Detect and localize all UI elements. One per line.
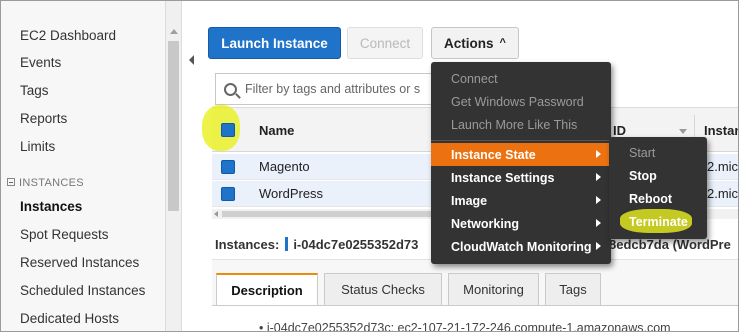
submenu-arrow-icon	[596, 196, 601, 204]
submenu-arrow-icon	[596, 173, 601, 181]
collapse-box-icon[interactable]	[7, 178, 15, 186]
menu-item-label: Networking	[451, 216, 520, 231]
menu-item-instance-state[interactable]: Instance State	[431, 143, 611, 166]
scrollbar-thumb[interactable]	[168, 41, 179, 211]
caret-up-icon: ^	[499, 37, 506, 49]
sidebar-item-tags[interactable]: Tags	[20, 83, 49, 98]
menu-item-instance-settings[interactable]: Instance Settings	[431, 166, 611, 189]
instance-marker	[285, 237, 289, 251]
actions-button-label: Actions	[444, 35, 494, 51]
sidebar-item-spot-requests[interactable]: Spot Requests	[20, 227, 109, 242]
tab-status-checks[interactable]: Status Checks	[324, 273, 442, 305]
sidebar-item-events[interactable]: Events	[20, 55, 61, 70]
search-icon	[224, 82, 237, 96]
menu-item-stop[interactable]: Stop	[609, 164, 707, 187]
sidebar-scrollbar[interactable]	[166, 1, 182, 331]
tab-description[interactable]: Description	[216, 273, 318, 305]
row-type-cell: 2.mic	[707, 186, 739, 201]
submenu-arrow-icon	[596, 242, 601, 250]
actions-menu: Connect Get Windows Password Launch More…	[431, 62, 611, 264]
sidebar-section-instances[interactable]: INSTANCES	[7, 177, 84, 189]
instances-value-tail: 8edcb7da (WordPre	[609, 237, 731, 252]
row-checkbox[interactable]	[221, 160, 235, 174]
column-header-name[interactable]: Name	[259, 123, 294, 138]
scroll-up-arrow-icon[interactable]	[170, 29, 178, 34]
column-header-type[interactable]: Instan	[704, 123, 738, 138]
scroll-left-arrow-icon[interactable]	[214, 211, 218, 217]
menu-item-start[interactable]: Start	[609, 141, 707, 164]
sidebar-item-instances[interactable]: Instances	[20, 199, 82, 214]
row-checkbox[interactable]	[221, 187, 235, 201]
sidebar-item-dedicated-hosts[interactable]: Dedicated Hosts	[20, 311, 119, 326]
connect-button[interactable]: Connect	[347, 27, 423, 59]
sort-caret-icon[interactable]	[679, 129, 687, 134]
selected-instances-line: Instances: i-04dc7e0255352d73	[215, 237, 418, 252]
menu-item-terminate[interactable]: Terminate	[609, 210, 707, 233]
menu-item-reboot[interactable]: Reboot	[609, 187, 707, 210]
submenu-arrow-icon	[596, 219, 601, 227]
menu-item-connect[interactable]: Connect	[431, 67, 611, 90]
menu-item-networking[interactable]: Networking	[431, 212, 611, 235]
select-all-checkbox[interactable]	[221, 123, 235, 137]
ec2-console-window: EC2 Dashboard Events Tags Reports Limits…	[0, 0, 739, 332]
menu-item-image[interactable]: Image	[431, 189, 611, 212]
menu-item-label: Instance Settings	[451, 170, 555, 185]
sidebar-item-reports[interactable]: Reports	[20, 111, 67, 126]
sidebar-item-reserved-instances[interactable]: Reserved Instances	[20, 255, 139, 270]
menu-item-label: Image	[451, 193, 488, 208]
instances-label: Instances:	[215, 237, 280, 252]
menu-separator	[431, 140, 611, 141]
menu-item-label: Instance State	[451, 147, 536, 162]
filter-input[interactable]: Filter by tags and attributes or s	[215, 73, 445, 105]
filter-placeholder: Filter by tags and attributes or s	[245, 82, 421, 96]
instances-value: i-04dc7e0255352d73	[293, 237, 419, 252]
menu-item-get-windows-password[interactable]: Get Windows Password	[431, 90, 611, 113]
menu-item-launch-more-like-this[interactable]: Launch More Like This	[431, 113, 611, 136]
sidebar-item-ec2-dashboard[interactable]: EC2 Dashboard	[20, 28, 116, 43]
sidebar-item-limits[interactable]: Limits	[20, 139, 55, 154]
menu-item-cloudwatch-monitoring[interactable]: CloudWatch Monitoring	[431, 235, 611, 258]
collapse-sidebar-icon[interactable]	[189, 55, 194, 65]
sidebar-section-label: INSTANCES	[19, 177, 84, 189]
row-name-cell: WordPress	[259, 186, 324, 201]
row-name-cell: Magento	[259, 159, 310, 174]
menu-item-label: CloudWatch Monitoring	[451, 239, 592, 254]
launch-instance-button[interactable]: Launch Instance	[208, 27, 341, 59]
actions-button[interactable]: Actions ^	[431, 27, 519, 59]
sidebar-nav: EC2 Dashboard Events Tags Reports Limits…	[1, 1, 166, 331]
tab-tags[interactable]: Tags	[545, 273, 601, 305]
column-header-id[interactable]: ID	[613, 123, 626, 138]
submenu-arrow-icon	[596, 150, 601, 158]
public-dns-line: • i-04dc7e0255352d73c: ec2-107-21-172-24…	[259, 321, 671, 332]
row-type-cell: 2.mic	[707, 159, 739, 174]
sidebar-item-scheduled-instances[interactable]: Scheduled Instances	[20, 283, 145, 298]
tab-monitoring[interactable]: Monitoring	[448, 273, 539, 305]
